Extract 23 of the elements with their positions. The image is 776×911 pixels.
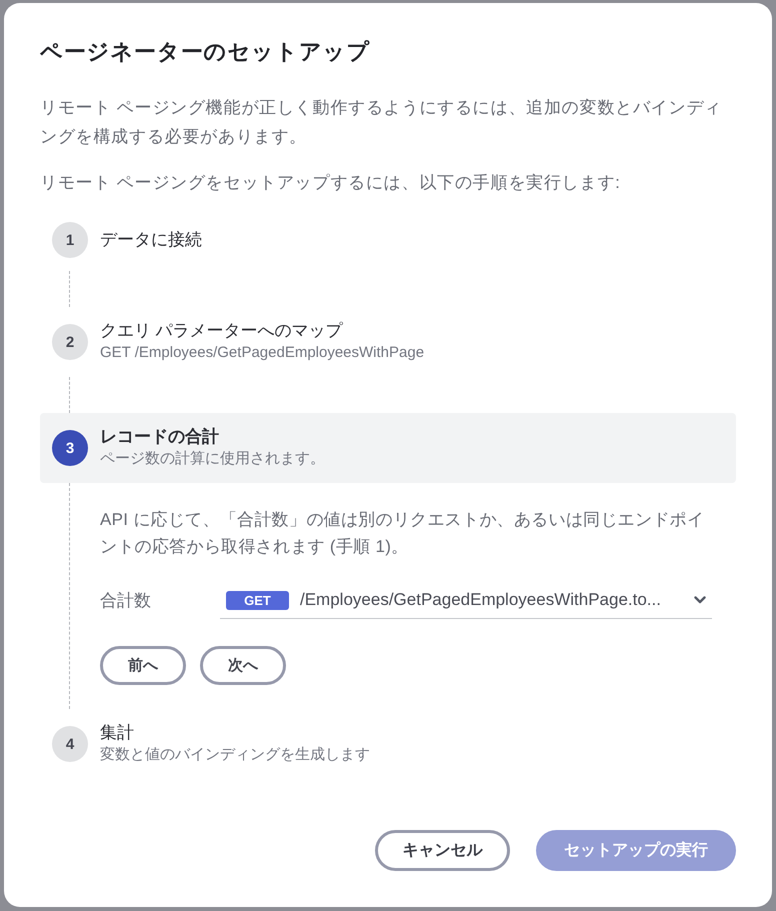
active-step-highlight[interactable]: 3 レコードの合計 ページ数の計算に使用されます。 [40,413,736,483]
intro-text: リモート ページングをセットアップするには、以下の手順を実行します: [40,172,622,194]
step-number: 3 [52,430,88,466]
step-number: 4 [52,726,88,762]
next-button[interactable]: 次へ [200,646,286,685]
intro-text: リモート ページング機能が正しく動作するようにするには、追加の変数とバインディングを構成する必要があります。 [40,97,723,148]
step-title: クエリ パラメーターへのマップ [100,320,344,342]
step-title: 集計 [100,722,135,744]
step-number: 2 [52,324,88,360]
chevron-down-icon [694,596,706,604]
step-number: 1 [52,222,88,258]
dialog-title: ページネーターのセットアップ [40,38,372,66]
endpoint-select[interactable]: GET /Employees/GetPagedEmployeesWithPage.to... [220,582,712,619]
http-method-badge: GET [226,590,289,610]
description-text: API に応じて、「合計数」の値は別のリクエストか、あるいは同じエンドポイントの応答から取得されます (手順 1)。 [100,509,706,558]
step-title: レコードの合計 [100,426,220,448]
step-subtitle: 変数と値のバインディングを生成します [100,745,370,765]
cancel-button[interactable]: キャンセル [375,830,510,871]
step-subtitle: GET /Employees/GetPagedEmployeesWithPage [100,343,424,363]
previous-button[interactable]: 前へ [100,646,186,685]
step-title: データに接続 [100,229,202,251]
step-subtitle: ページ数の計算に使用されます。 [100,449,325,469]
field-label: 合計数 [100,590,152,612]
